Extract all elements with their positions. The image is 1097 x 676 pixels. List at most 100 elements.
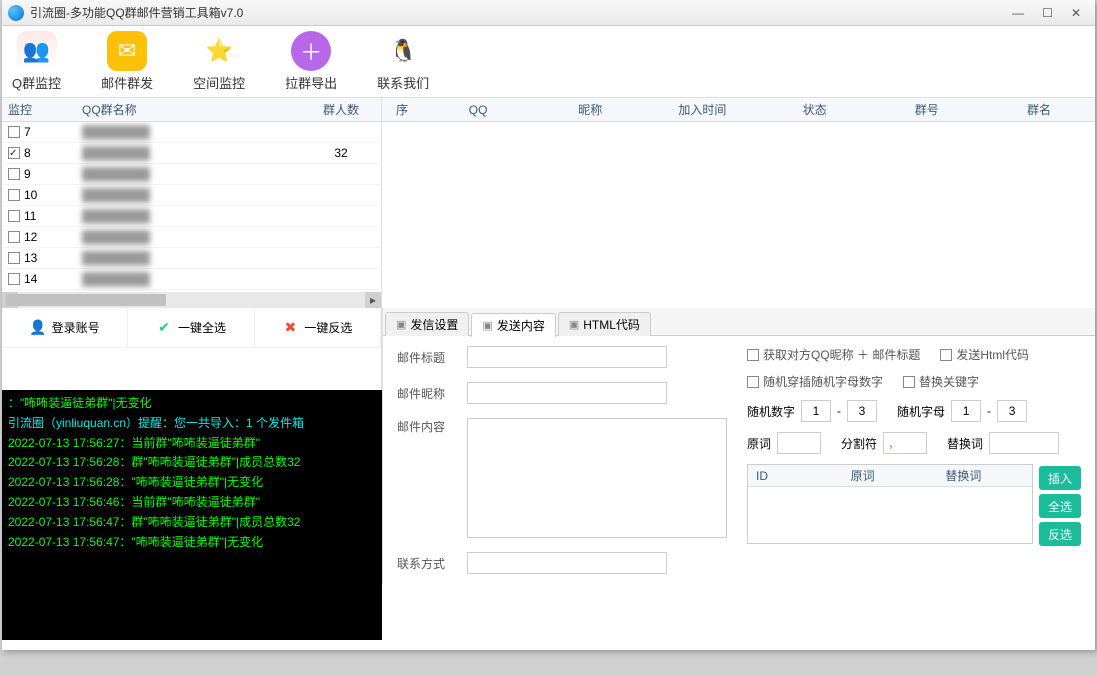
opt-get-nick[interactable]: 获取对方QQ昵称 ＋ 邮件标题: [747, 346, 920, 363]
log-line: 引流圈（yinliuquan.cn）提醒：您一共导入：1 个发件箱: [8, 414, 376, 434]
checkbox-icon[interactable]: [8, 231, 20, 243]
toolbar-pull[interactable]: ＋拉群导出: [285, 31, 337, 92]
col-header[interactable]: 状态: [759, 101, 871, 118]
col-header[interactable]: 昵称: [534, 101, 646, 118]
group-row[interactable]: 10████████: [2, 185, 381, 206]
toolbar-monitor[interactable]: 👥Q群监控: [12, 31, 61, 92]
subject-input[interactable]: [467, 346, 667, 368]
close-icon[interactable]: ✕: [1071, 6, 1081, 20]
checkbox-icon[interactable]: [8, 168, 20, 180]
tab-icon: ▣: [396, 318, 406, 331]
col-header[interactable]: QQ: [422, 103, 534, 117]
log-line: 2022-07-13 17:56:27：当前群"咘咘装逼徒弟群": [8, 434, 376, 454]
log-line: 2022-07-13 17:56:28："咘咘装逼徒弟群"|无变化: [8, 473, 376, 493]
select-all-button[interactable]: ✔一键全选: [128, 308, 254, 348]
checkbox-icon[interactable]: [8, 126, 20, 138]
mail-icon: ✉: [107, 31, 147, 71]
col-header[interactable]: 序: [382, 101, 422, 118]
rand-letter-max[interactable]: [997, 400, 1027, 422]
tab-1[interactable]: ▣发送内容: [471, 313, 555, 337]
horizontal-scrollbar[interactable]: ◂ ▸: [2, 292, 381, 308]
rand-num-label: 随机数字: [747, 403, 795, 420]
login-button[interactable]: 👤登录账号: [2, 308, 128, 348]
log-line: 2022-07-13 17:56:47：群"咘咘装逼徒弟群"|成员总数32: [8, 513, 376, 533]
invert-button-2[interactable]: 反选: [1039, 522, 1081, 546]
opt-replace-keyword[interactable]: 替换关键字: [903, 373, 979, 390]
space-icon: ⭐: [199, 31, 239, 71]
pull-icon: ＋: [291, 31, 331, 71]
tabs-area: ▣发信设置▣发送内容▣HTML代码 邮件标题 邮件昵称 邮件内容: [382, 308, 1095, 584]
opt-random-insert[interactable]: 随机穿插随机字母数字: [747, 373, 883, 390]
checkbox-icon[interactable]: [8, 189, 20, 201]
checkbox-icon[interactable]: [8, 147, 20, 159]
group-row[interactable]: 8████████32: [2, 143, 381, 164]
members-panel: 序QQ昵称加入时间状态群号群名: [382, 98, 1095, 308]
rand-letter-label: 随机字母: [897, 403, 945, 420]
checkbox-icon[interactable]: [8, 252, 20, 264]
rand-num-min[interactable]: [801, 400, 831, 422]
monitor-icon: 👥: [17, 31, 57, 71]
opt-send-html[interactable]: 发送Html代码: [940, 346, 1029, 363]
group-list-panel: 监控 QQ群名称 群人数 7████████8████████329██████…: [2, 98, 382, 308]
contact-icon: 🐧: [383, 31, 423, 71]
col-repl[interactable]: 替换词: [937, 467, 1032, 484]
log-line: 2022-07-13 17:56:46：当前群"咘咘装逼徒弟群": [8, 493, 376, 513]
titlebar: 引流圈-多功能QQ群邮件营销工具箱v7.0 — ☐ ✕: [2, 0, 1095, 26]
content-textarea[interactable]: [467, 418, 727, 538]
group-row[interactable]: 13████████: [2, 248, 381, 269]
members-body: [382, 122, 1095, 308]
group-list-header: 监控 QQ群名称 群人数: [2, 98, 381, 122]
log-line: 2022-07-13 17:56:28：群"咘咘装逼徒弟群"|成员总数32: [8, 453, 376, 473]
tab-2[interactable]: ▣HTML代码: [558, 312, 651, 336]
select-all-button-2[interactable]: 全选: [1039, 494, 1081, 518]
col-group-name[interactable]: QQ群名称: [42, 101, 301, 118]
contact-label: 联系方式: [397, 555, 457, 572]
col-header[interactable]: 群名: [983, 101, 1095, 118]
tab-send-content: 邮件标题 邮件昵称 邮件内容 联系方式: [383, 336, 1095, 584]
log-line: ："咘咘装逼徒弟群"|无变化: [8, 394, 376, 414]
checkbox-icon[interactable]: [8, 273, 20, 285]
col-orig[interactable]: 原词: [843, 467, 938, 484]
minimize-icon[interactable]: —: [1012, 6, 1024, 20]
subject-label: 邮件标题: [397, 349, 457, 366]
tab-0[interactable]: ▣发信设置: [385, 312, 469, 336]
group-row[interactable]: 7████████: [2, 122, 381, 143]
insert-button[interactable]: 插入: [1039, 466, 1081, 490]
col-header[interactable]: 加入时间: [646, 101, 758, 118]
scroll-thumb[interactable]: [6, 294, 166, 306]
col-monitor[interactable]: 监控: [2, 101, 42, 118]
checkbox-icon[interactable]: [8, 210, 20, 222]
scroll-right-icon[interactable]: ▸: [365, 292, 381, 308]
app-window: 引流圈-多功能QQ群邮件营销工具箱v7.0 — ☐ ✕ 👥Q群监控 ✉邮件群发 ⭐空…: [2, 0, 1095, 650]
col-id[interactable]: ID: [748, 469, 843, 483]
col-header[interactable]: 群号: [871, 101, 983, 118]
toolbar-contact[interactable]: 🐧联系我们: [377, 31, 429, 92]
contact-input[interactable]: [467, 552, 667, 574]
rand-num-group: 随机数字 -: [747, 400, 877, 422]
rand-letter-min[interactable]: [951, 400, 981, 422]
maximize-icon[interactable]: ☐: [1042, 6, 1053, 20]
window-controls: — ☐ ✕: [1012, 6, 1089, 20]
rand-num-max[interactable]: [847, 400, 877, 422]
log-panel: ："咘咘装逼徒弟群"|无变化 引流圈（yinliuquan.cn）提醒：您一共导…: [2, 390, 382, 640]
toolbar-mail[interactable]: ✉邮件群发: [101, 31, 153, 92]
app-icon: [8, 5, 24, 21]
checkbox-icon: [747, 376, 759, 388]
group-row[interactable]: 11████████: [2, 206, 381, 227]
window-title: 引流圈-多功能QQ群邮件营销工具箱v7.0: [30, 4, 1012, 21]
nick-input[interactable]: [467, 382, 667, 404]
orig-input[interactable]: [777, 432, 821, 454]
sep-input[interactable]: [883, 432, 927, 454]
repl-label: 替换词: [947, 435, 983, 452]
group-row[interactable]: 9████████: [2, 164, 381, 185]
col-group-count[interactable]: 群人数: [301, 101, 381, 118]
group-row[interactable]: 12████████: [2, 227, 381, 248]
toolbar-space[interactable]: ⭐空间监控: [193, 31, 245, 92]
group-list-body: 7████████8████████329████████10████████1…: [2, 122, 381, 292]
sep-label: 分割符: [841, 435, 877, 452]
tab-icon: ▣: [482, 319, 492, 332]
group-row[interactable]: 14████████: [2, 269, 381, 290]
check-icon: ✔: [156, 320, 172, 336]
invert-button[interactable]: ✖一键反选: [255, 308, 381, 348]
repl-input[interactable]: [989, 432, 1059, 454]
